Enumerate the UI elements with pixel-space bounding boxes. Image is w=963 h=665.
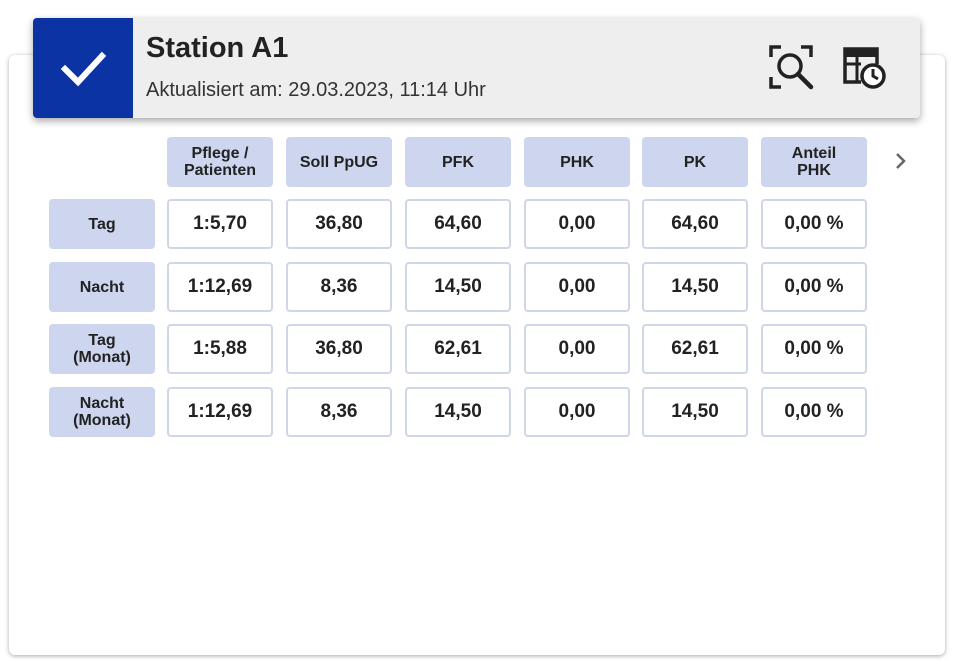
table-cell: 8,36 [286, 262, 392, 312]
table-cell: 0,00 [524, 387, 630, 437]
table-cell: 0,00 % [761, 262, 867, 312]
row-header-tag-monat: Tag (Monat) [49, 324, 155, 374]
search-button[interactable] [766, 42, 816, 92]
row-header-nacht-monat: Nacht (Monat) [49, 387, 155, 437]
table-cell: 0,00 [524, 199, 630, 249]
row-header-tag: Tag [49, 199, 155, 249]
table-cell: 0,00 % [761, 387, 867, 437]
column-header-pflege-patienten: Pflege / Patienten [167, 137, 273, 187]
table-cell: 62,61 [405, 324, 511, 374]
table-cell: 14,50 [642, 262, 748, 312]
column-header-phk: PHK [524, 137, 630, 187]
status-badge [33, 18, 133, 118]
chevron-right-icon [896, 153, 906, 169]
table-cell: 64,60 [405, 199, 511, 249]
table-cell: 1:5,88 [167, 324, 273, 374]
next-columns-button[interactable] [886, 147, 914, 175]
table-cell: 0,00 % [761, 324, 867, 374]
table-clock-icon [843, 47, 886, 89]
row-header-nacht: Nacht [49, 262, 155, 312]
table-cell: 36,80 [286, 324, 392, 374]
table-cell: 14,50 [405, 262, 511, 312]
station-header: Station A1 Aktualisiert am: 29.03.2023, … [33, 18, 920, 118]
table-cell: 62,61 [642, 324, 748, 374]
table-cell: 1:5,70 [167, 199, 273, 249]
search-icon [769, 45, 814, 90]
history-button[interactable] [839, 42, 889, 92]
table-cell: 0,00 [524, 324, 630, 374]
station-title: Station A1 [146, 32, 289, 64]
column-header-soll-ppug: Soll PpUG [286, 137, 392, 187]
column-header-anteil-phk: Anteil PHK [761, 137, 867, 187]
table-cell: 14,50 [405, 387, 511, 437]
table-cell: 8,36 [286, 387, 392, 437]
table-cell: 14,50 [642, 387, 748, 437]
column-header-pk: PK [642, 137, 748, 187]
updated-timestamp: Aktualisiert am: 29.03.2023, 11:14 Uhr [146, 79, 486, 101]
column-header-pfk: PFK [405, 137, 511, 187]
table-cell: 0,00 % [761, 199, 867, 249]
table-cell: 0,00 [524, 262, 630, 312]
check-icon [60, 51, 107, 87]
table-cell: 36,80 [286, 199, 392, 249]
table-cell: 1:12,69 [167, 387, 273, 437]
table-cell: 1:12,69 [167, 262, 273, 312]
table-cell: 64,60 [642, 199, 748, 249]
